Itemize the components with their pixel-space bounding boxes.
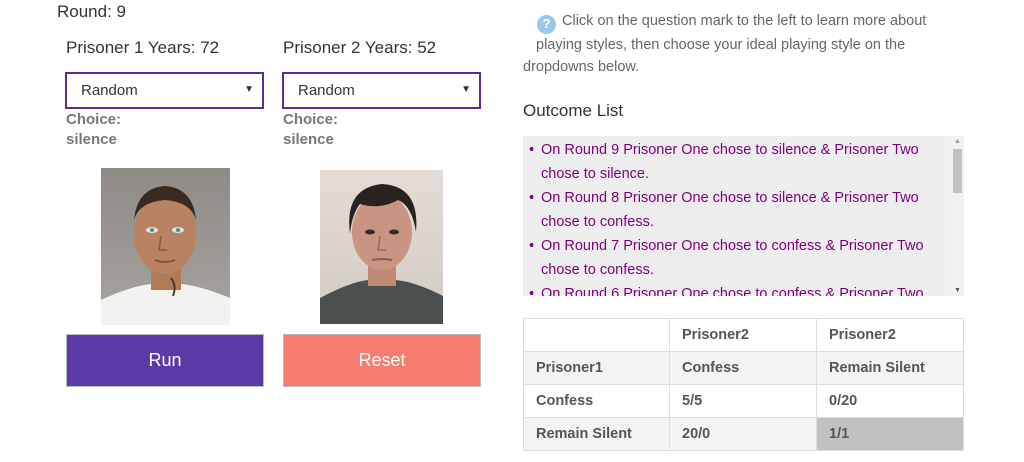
- outcome-item-line: On Round 8 Prisoner One chose to silence…: [541, 190, 919, 206]
- prisoner2-years: Prisoner 2 Years: 52: [283, 38, 437, 57]
- prisoner1-years: Prisoner 1 Years: 72: [66, 38, 220, 57]
- table-cell: Prisoner2: [669, 318, 817, 352]
- prisoner2-choice-value: silence: [283, 131, 334, 148]
- prisoner1-choice: Choice: silence: [66, 110, 121, 150]
- table-cell: Remain Silent: [523, 417, 670, 451]
- outcome-item-line: On Round 7 Prisoner One chose to confess…: [541, 238, 924, 254]
- scroll-down-arrow-icon[interactable]: ▼: [954, 287, 961, 294]
- highlighted-outcome-cell: 1/1: [816, 417, 964, 451]
- outcome-item: On Round 8 Prisoner One chose to silence…: [529, 186, 949, 234]
- reset-button[interactable]: Reset: [283, 334, 481, 387]
- outcome-list[interactable]: On Round 9 Prisoner One chose to silence…: [523, 136, 964, 296]
- help-line-2: playing styles, then choose your ideal p…: [536, 36, 906, 53]
- outcome-item-line: chose to confess.: [541, 214, 654, 230]
- run-button[interactable]: Run: [66, 334, 264, 387]
- prisoner2-choice: Choice: silence: [283, 110, 338, 150]
- outcome-item-line: On Round 6 Prisoner One chose to confess…: [541, 286, 924, 296]
- outcome-item-line: On Round 9 Prisoner One chose to silence…: [541, 142, 919, 158]
- round-label: Round: 9: [57, 2, 126, 21]
- prisoner2-strategy-select[interactable]: Random ▼: [282, 72, 481, 109]
- table-cell: Remain Silent: [816, 351, 964, 385]
- outcome-item-line: chose to confess.: [541, 262, 654, 278]
- payoff-table: Prisoner2 Prisoner2 Prisoner1 Confess Re…: [523, 318, 964, 451]
- table-cell: 0/20: [816, 384, 964, 418]
- outcome-list-title: Outcome List: [523, 101, 624, 120]
- table-cell: Prisoner2: [816, 318, 964, 352]
- scroll-up-arrow-icon[interactable]: ▲: [954, 138, 961, 145]
- prisoner2-mugshot: [320, 170, 443, 324]
- prisoner2-strategy-value: Random: [298, 82, 355, 99]
- help-line-1-text: Click on the question mark to the left t…: [562, 13, 927, 29]
- scroll-thumb[interactable]: [953, 149, 962, 193]
- table-cell: 5/5: [669, 384, 817, 418]
- table-cell: Prisoner1: [523, 351, 670, 385]
- table-row: Confess 5/5 0/20: [523, 384, 964, 418]
- prisoner1-strategy-select[interactable]: Random ▼: [65, 72, 264, 109]
- outcome-item-line: chose to silence.: [541, 166, 650, 182]
- table-row: Remain Silent 20/0 1/1: [523, 417, 964, 451]
- outcome-item: On Round 7 Prisoner One chose to confess…: [529, 234, 949, 282]
- prisoner1-mugshot: [101, 168, 230, 325]
- prisoner1-choice-label: Choice:: [66, 111, 122, 128]
- table-row: Prisoner1 Confess Remain Silent: [523, 351, 964, 385]
- prisoner1-choice-value: silence: [66, 131, 117, 148]
- help-line-1: ? Click on the question mark to the left …: [523, 10, 963, 34]
- help-text: ? Click on the question mark to the left …: [523, 10, 963, 78]
- outcome-scrollbar[interactable]: ▲ ▼: [951, 136, 964, 296]
- dropdown-arrow-icon: ▼: [244, 84, 254, 95]
- outcome-item: On Round 6 Prisoner One chose to confess…: [529, 282, 949, 296]
- dropdown-arrow-icon: ▼: [461, 84, 471, 95]
- help-line-3: dropdowns below.: [523, 58, 640, 75]
- table-row: Prisoner2 Prisoner2: [523, 318, 964, 352]
- question-mark-icon[interactable]: ?: [537, 14, 556, 34]
- table-cell: 20/0: [669, 417, 817, 451]
- prisoner1-strategy-value: Random: [81, 82, 138, 99]
- prisoner2-choice-label: Choice:: [283, 111, 339, 128]
- table-cell: Confess: [669, 351, 817, 385]
- outcome-item: On Round 9 Prisoner One chose to silence…: [529, 138, 949, 186]
- table-cell: [523, 318, 670, 352]
- table-cell: Confess: [523, 384, 670, 418]
